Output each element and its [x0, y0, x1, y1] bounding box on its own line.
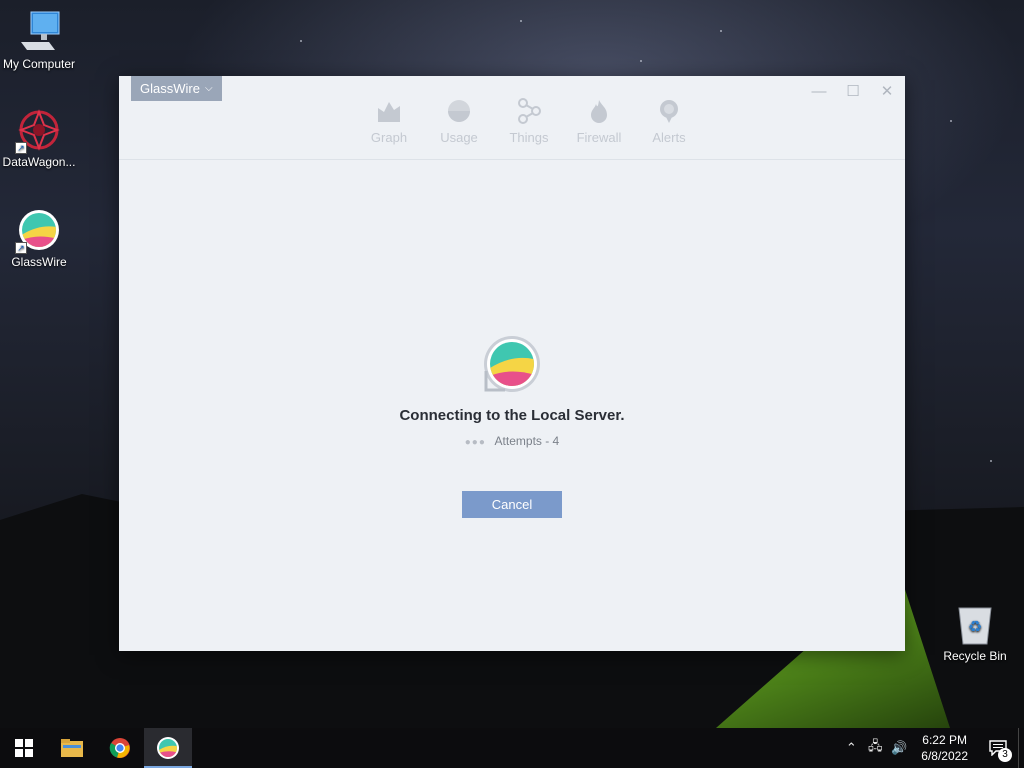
app-menu-button[interactable]: GlassWire ⌵ [131, 76, 222, 101]
close-icon[interactable]: ✕ [877, 82, 897, 102]
desktop-icon-label: My Computer [2, 57, 76, 71]
nav-label: Alerts [652, 130, 686, 145]
desktop-icon-glasswire[interactable]: ↗ GlassWire [0, 208, 78, 269]
connection-panel: Connecting to the Local Server. ●●● Atte… [119, 161, 905, 651]
maximize-icon[interactable]: ☐ [843, 82, 863, 102]
usage-icon [446, 98, 472, 124]
main-nav: Graph Usage Things Firewall Alerts [354, 98, 704, 145]
shortcut-arrow-icon: ↗ [15, 142, 27, 154]
glasswire-icon: ↗ [15, 208, 61, 254]
taskbar: ⌃ 🖧 🔊 6:22 PM 6/8/2022 3 [0, 728, 1024, 768]
notification-count-badge: 3 [998, 748, 1012, 762]
window-controls: — ☐ ✕ [809, 82, 897, 102]
nav-tab-graph[interactable]: Graph [354, 98, 424, 145]
alerts-icon [656, 98, 682, 124]
nav-tab-firewall[interactable]: Firewall [564, 98, 634, 145]
action-center-button[interactable]: 3 [978, 728, 1018, 768]
show-desktop-button[interactable] [1018, 728, 1024, 768]
clock[interactable]: 6:22 PM 6/8/2022 [911, 732, 978, 764]
start-button[interactable] [0, 728, 48, 768]
volume-icon[interactable]: 🔊 [887, 740, 911, 756]
glasswire-logo-icon [483, 335, 541, 393]
cancel-button[interactable]: Cancel [462, 491, 562, 518]
nav-label: Things [509, 130, 549, 145]
shortcut-arrow-icon: ↗ [15, 242, 27, 254]
desktop-icon-my-computer[interactable]: My Computer [0, 10, 78, 71]
clock-time: 6:22 PM [922, 733, 967, 747]
app-menu-label: GlassWire [140, 81, 200, 96]
attempts-status: ●●● Attempts - 4 [119, 434, 905, 448]
datawagon-icon: ↗ [15, 108, 61, 154]
svg-text:♻: ♻ [968, 617, 982, 636]
things-icon [516, 98, 542, 124]
minimize-icon[interactable]: — [809, 82, 829, 102]
chevron-up-icon[interactable]: ⌃ [839, 740, 863, 756]
taskbar-glasswire[interactable] [144, 728, 192, 768]
desktop-icon-label: Recycle Bin [943, 649, 1007, 663]
recycle-bin-icon: ♻ [953, 602, 997, 646]
attempts-label: Attempts - 4 [494, 434, 560, 448]
desktop-icon-label: GlassWire [11, 255, 67, 269]
firewall-icon [586, 98, 612, 124]
nav-tab-usage[interactable]: Usage [424, 98, 494, 145]
nav-label: Usage [440, 130, 478, 145]
nav-tab-alerts[interactable]: Alerts [634, 98, 704, 145]
desktop-icon-recycle-bin[interactable]: ♻ Recycle Bin [936, 602, 1014, 663]
glasswire-window: GlassWire ⌵ Graph Usage Things Firewall … [119, 76, 905, 651]
clock-date: 6/8/2022 [921, 749, 968, 763]
title-bar: GlassWire ⌵ Graph Usage Things Firewall … [119, 76, 905, 160]
desktop-icon-datawagon[interactable]: ↗ DataWagon... [0, 108, 78, 169]
graph-icon [376, 98, 402, 124]
windows-icon [15, 739, 33, 757]
chrome-icon [109, 738, 130, 758]
chevron-down-icon: ⌵ [204, 83, 213, 94]
desktop-icon-label: DataWagon... [2, 155, 76, 169]
folder-icon [61, 739, 83, 757]
taskbar-file-explorer[interactable] [48, 728, 96, 768]
nav-label: Graph [370, 130, 408, 145]
connection-heading: Connecting to the Local Server. [399, 407, 625, 424]
network-icon[interactable]: 🖧 [863, 737, 887, 759]
loading-dots-icon: ●●● [464, 437, 486, 448]
glasswire-icon [157, 737, 179, 759]
system-tray: ⌃ 🖧 🔊 6:22 PM 6/8/2022 3 [839, 728, 1024, 768]
nav-label: Firewall [576, 130, 622, 145]
computer-icon [17, 10, 61, 54]
nav-tab-things[interactable]: Things [494, 98, 564, 145]
taskbar-chrome[interactable] [96, 728, 144, 768]
